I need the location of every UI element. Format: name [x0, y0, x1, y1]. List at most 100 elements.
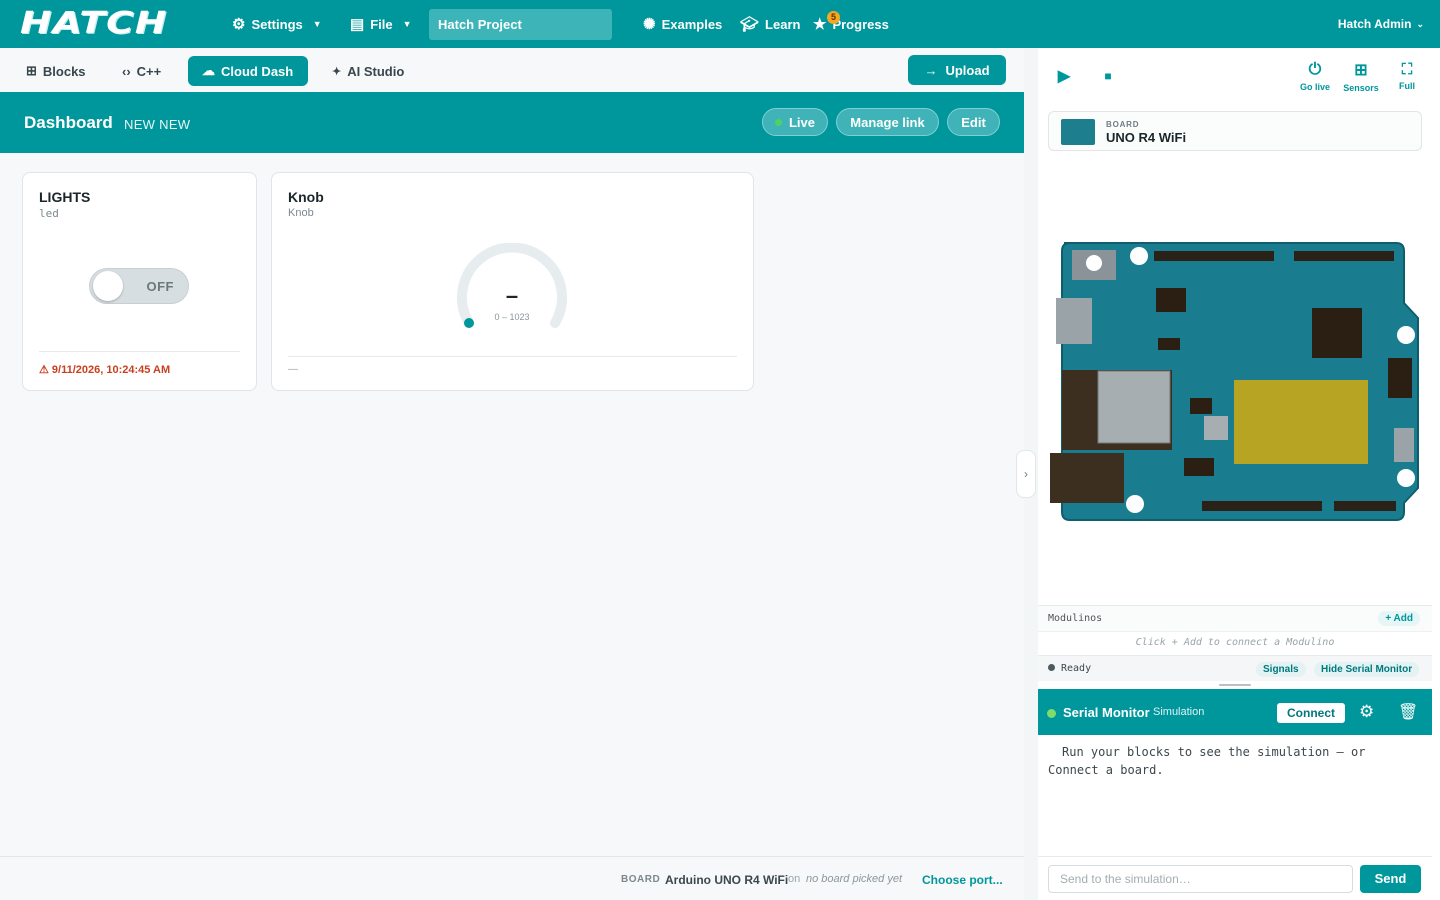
- settings-label: Settings: [251, 16, 303, 32]
- go-live-label: Go live: [1299, 81, 1330, 92]
- board-selector[interactable]: BOARD UNO R4 WiFi: [1048, 111, 1422, 151]
- blocks-icon: ⊞: [26, 63, 37, 78]
- run-button[interactable]: ▶: [1042, 54, 1086, 98]
- gear-icon[interactable]: ⚙: [1359, 702, 1374, 722]
- choose-port-link[interactable]: Choose port...: [922, 873, 1003, 887]
- project-name-field[interactable]: Hatch Project: [429, 9, 612, 40]
- collapse-panel-button[interactable]: ›: [1016, 450, 1036, 498]
- settings-menu[interactable]: ⚙ Settings ▼: [232, 0, 322, 48]
- board-name: Arduino UNO R4 WiFi: [665, 873, 789, 887]
- examples-link[interactable]: ✺ Examples: [643, 0, 722, 48]
- tab-blocks[interactable]: ⊞ Blocks: [12, 56, 100, 86]
- examples-label: Examples: [661, 16, 723, 32]
- upload-label: Upload: [945, 62, 990, 78]
- chevron-right-icon: ›: [1024, 467, 1028, 481]
- user-name: Hatch Admin: [1337, 17, 1412, 31]
- top-bar: HATCH ⚙ Settings ▼ ▤ File ▼ Hatch Projec…: [0, 0, 1440, 48]
- tab-cloud-dash[interactable]: ☁ Cloud Dash: [188, 56, 308, 86]
- full-label: Full: [1399, 81, 1415, 91]
- edit-button[interactable]: Edit: [947, 108, 1000, 136]
- tab-ai-studio[interactable]: ✦ AI Studio: [318, 56, 418, 86]
- serial-monitor-header: Serial Monitor Simulation Connect ⚙ 🗑︎: [1038, 689, 1432, 735]
- serial-monitor-title: Serial Monitor: [1063, 705, 1150, 720]
- sensors-button[interactable]: ⊞ Sensors: [1338, 54, 1384, 98]
- mode-tabs: ⊞ Blocks ‹› C++ ☁ Cloud Dash ✦ AI Studio…: [0, 48, 1024, 92]
- editor-pane: ⊞ Blocks ‹› C++ ☁ Cloud Dash ✦ AI Studio…: [0, 48, 1024, 900]
- send-button[interactable]: Send: [1360, 865, 1421, 893]
- on-label: on: [788, 873, 801, 885]
- sim-toolbar: ▶ ■ ⏻ Go live ⊞ Sensors ⛶ Full: [1038, 54, 1432, 98]
- knob-range: 0 – 1023: [494, 312, 530, 322]
- live-button[interactable]: Live: [762, 108, 828, 136]
- signals-button[interactable]: Signals: [1256, 662, 1306, 677]
- widget-card-knob: Knob Knob – 0 – 1023 —: [271, 172, 754, 391]
- hide-serial-monitor-button[interactable]: Hide Serial Monitor: [1314, 662, 1420, 677]
- knob-footer: —: [288, 364, 298, 375]
- power-icon: ⏻: [1308, 60, 1322, 78]
- hatch-logo[interactable]: HATCH: [20, 9, 168, 39]
- dashboard-header: Dashboard NEW NEW Live Manage link Edit: [0, 92, 1024, 153]
- tab-ai-studio-label: AI Studio: [347, 63, 405, 79]
- divider: [39, 351, 240, 352]
- tab-cpp-label: C++: [136, 63, 162, 79]
- tab-cpp[interactable]: ‹› C++: [108, 56, 175, 86]
- live-status-dot: [774, 118, 782, 126]
- manage-link-button[interactable]: Manage link: [836, 108, 939, 136]
- board-label: BOARD: [621, 874, 661, 885]
- progress-badge: 5: [827, 11, 840, 24]
- add-modulino-button[interactable]: + Add: [1378, 611, 1420, 626]
- go-live-button[interactable]: ⏻ Go live: [1292, 54, 1338, 98]
- led-toggle-switch[interactable]: OFF: [89, 268, 189, 304]
- dashboard-title: Dashboard: [24, 113, 113, 132]
- file-label: File: [370, 16, 393, 32]
- serial-mode: Simulation: [1153, 706, 1205, 718]
- sparkle-icon: ✦: [332, 65, 342, 78]
- port-status: no board picked yet: [806, 873, 903, 885]
- chevron-down-icon: ▼: [312, 19, 322, 29]
- status-bar: BOARD Arduino UNO R4 WiFi on no board pi…: [0, 856, 1024, 900]
- widget-title: LIGHTS: [39, 189, 91, 205]
- arduino-board-illustration: [1050, 242, 1419, 521]
- simulation-canvas[interactable]: [1038, 158, 1432, 604]
- learn-label: Learn: [765, 16, 801, 32]
- sim-status-row: Ready Signals Hide Serial Monitor: [1038, 655, 1432, 681]
- code-icon: ‹›: [122, 63, 131, 79]
- gauge-pointer[interactable]: [464, 318, 474, 328]
- toggle-state-label: OFF: [146, 279, 174, 294]
- lightbulb-icon: ✺: [643, 16, 656, 33]
- play-icon: ▶: [1057, 68, 1071, 85]
- board-name: UNO R4 WiFi: [1106, 130, 1187, 145]
- knob-value: –: [505, 283, 519, 308]
- divider: [288, 356, 737, 357]
- resize-handle[interactable]: [1219, 684, 1251, 686]
- widget-title: Knob: [288, 189, 324, 205]
- trash-icon[interactable]: 🗑︎: [1398, 702, 1418, 722]
- progress-link[interactable]: ★ Progress: [813, 0, 889, 48]
- status-text: Ready: [1061, 663, 1092, 674]
- status-dot: [1048, 664, 1055, 671]
- serial-output-text: Run your blocks to see the simulation — …: [1048, 745, 1366, 777]
- board-caption: BOARD: [1106, 120, 1140, 129]
- widget-card-lights: LIGHTS led OFF ⚠ 9/11/2026, 10:24:45 AM: [22, 172, 257, 391]
- connect-button[interactable]: Connect: [1277, 703, 1345, 723]
- learn-link[interactable]: 🎓︎ Learn: [740, 0, 800, 48]
- serial-send-input[interactable]: [1048, 865, 1353, 893]
- serial-send-row: Send: [1038, 856, 1432, 900]
- star-icon: ★: [813, 16, 827, 33]
- graduation-cap-icon: 🎓︎: [740, 16, 760, 33]
- fullscreen-button[interactable]: ⛶ Full: [1384, 54, 1430, 98]
- stop-button[interactable]: ■: [1086, 54, 1130, 98]
- serial-output: Run your blocks to see the simulation — …: [1038, 735, 1432, 855]
- upload-button[interactable]: → Upload: [908, 55, 1006, 85]
- chevron-down-icon: ▼: [402, 19, 412, 29]
- chevron-down-icon: ⌄: [1416, 18, 1424, 29]
- last-update-warning: ⚠ 9/11/2026, 10:24:45 AM: [39, 364, 171, 376]
- widget-variable: led: [39, 207, 59, 220]
- live-label: Live: [788, 114, 815, 130]
- simulator-pane: ▶ ■ ⏻ Go live ⊞ Sensors ⛶ Full BOARD UNO…: [1038, 48, 1440, 900]
- tab-cloud-dash-label: Cloud Dash: [221, 63, 294, 79]
- user-menu[interactable]: Hatch Admin ⌄: [1338, 0, 1424, 48]
- file-menu[interactable]: ▤ File ▼: [350, 0, 412, 48]
- arrow-right-icon: →: [924, 62, 938, 78]
- tab-blocks-label: Blocks: [42, 63, 86, 79]
